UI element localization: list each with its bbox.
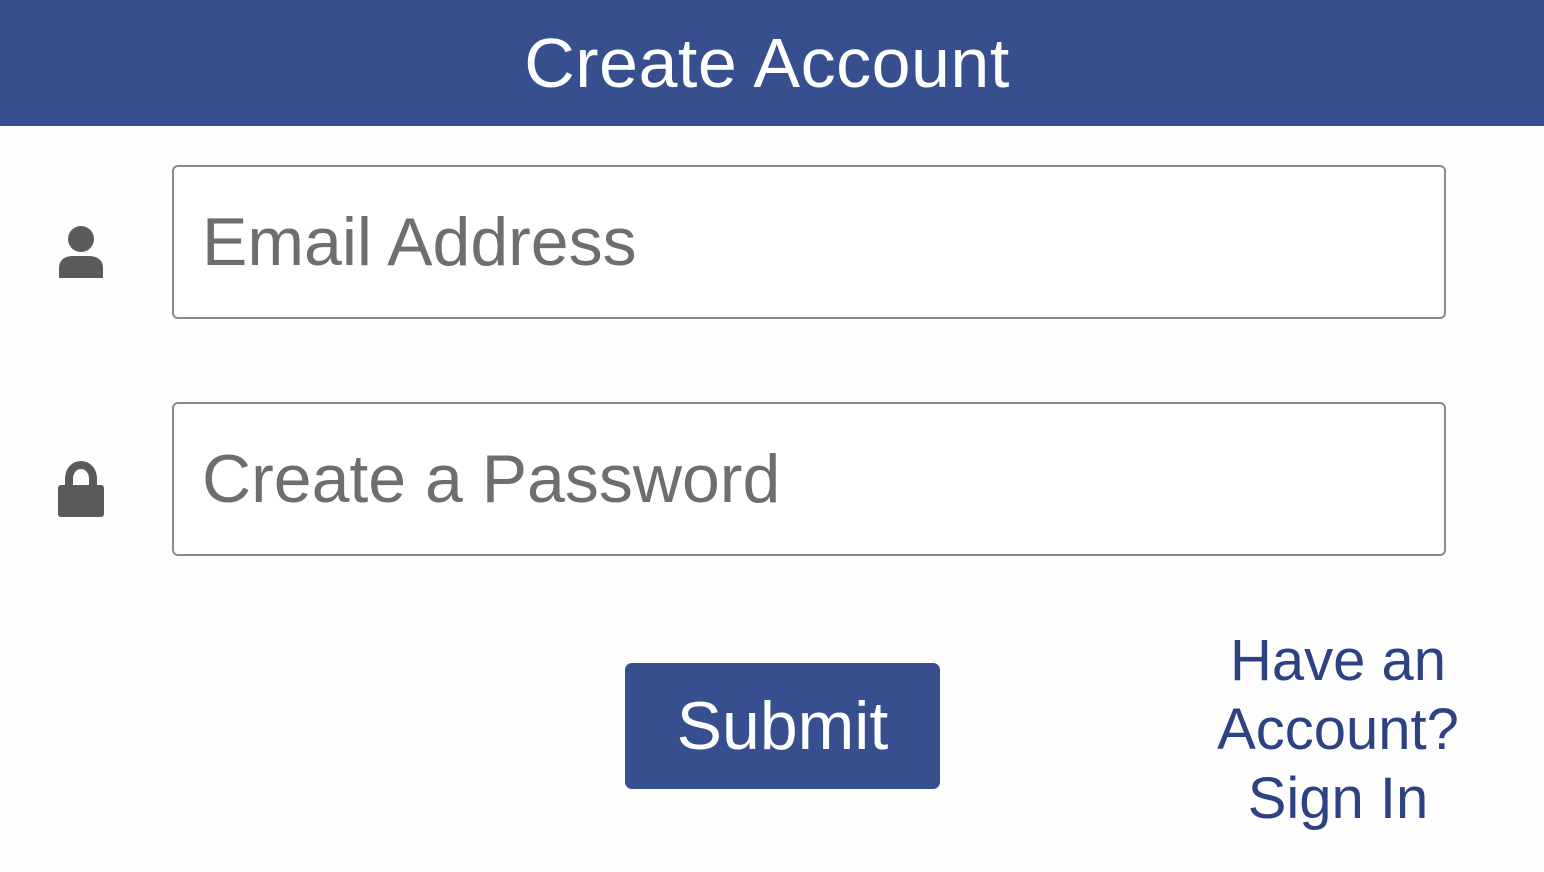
header-bar: Create Account (0, 0, 1544, 126)
user-icon (55, 222, 107, 282)
create-account-page: Create Account Submit Have an Account? S… (0, 0, 1544, 872)
sign-in-link-line-3: Sign In (1247, 766, 1429, 831)
password-field[interactable] (172, 402, 1446, 556)
sign-in-link-line-2: Account? (1217, 697, 1459, 762)
lock-icon (55, 460, 107, 520)
email-field[interactable] (172, 165, 1446, 319)
submit-button[interactable]: Submit (625, 663, 940, 789)
sign-in-link-line-1: Have an (1229, 628, 1447, 693)
sign-in-link[interactable]: Have an Account? Sign In (1188, 626, 1488, 833)
page-title: Create Account (524, 24, 1010, 102)
